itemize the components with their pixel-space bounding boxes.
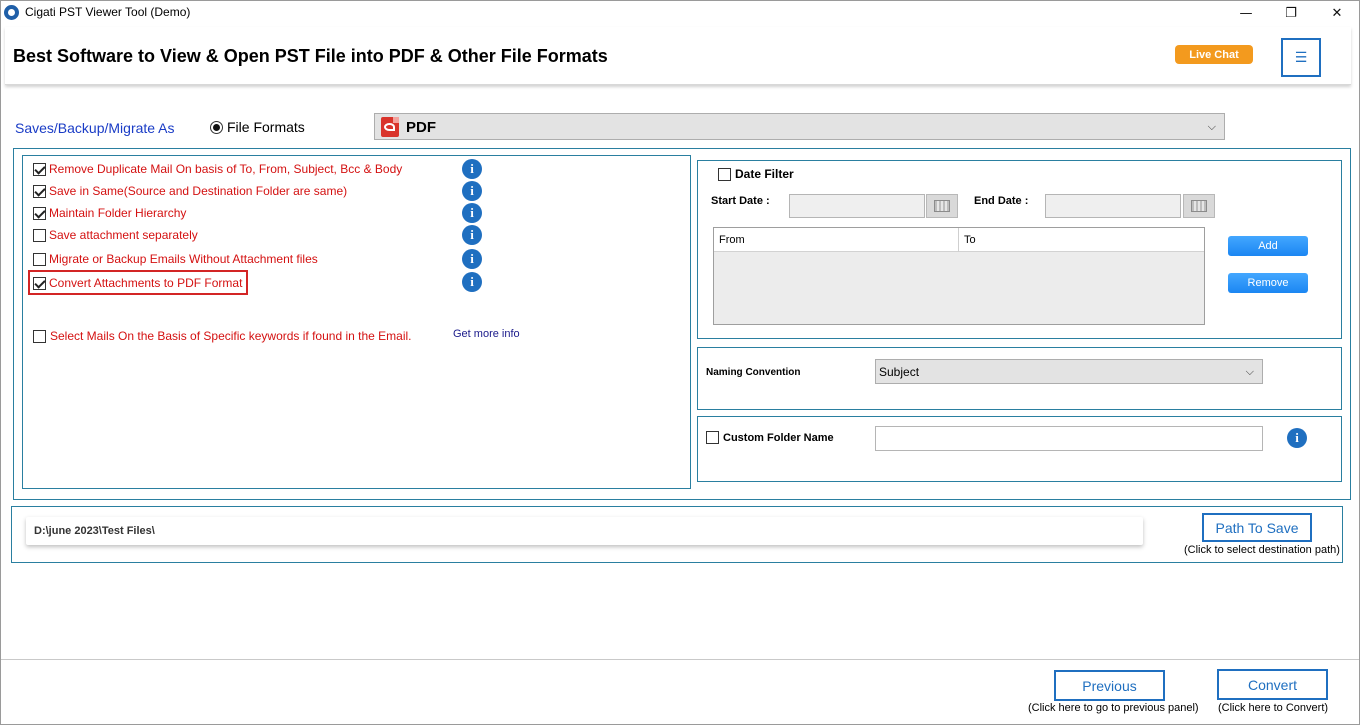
start-date-calendar-button[interactable] (926, 194, 958, 218)
option-checkbox[interactable] (33, 184, 46, 198)
add-date-button[interactable]: Add (1228, 236, 1308, 256)
option-save-in-same[interactable]: Save in Same(Source and Destination Fold… (33, 183, 347, 199)
option-checkbox[interactable] (33, 276, 46, 290)
path-to-save-hint: (Click to select destination path) (1184, 544, 1340, 556)
file-formats-radio[interactable] (210, 121, 223, 134)
hamburger-menu-icon: ☰ (1294, 49, 1308, 65)
naming-convention-label: Naming Convention (706, 367, 801, 378)
option-without-attachment[interactable]: Migrate or Backup Emails Without Attachm… (33, 251, 318, 267)
file-format-dropdown[interactable]: PDF ⌵ (374, 113, 1225, 140)
option-label: Save in Same(Source and Destination Fold… (49, 184, 348, 198)
title-bar: Cigati PST Viewer Tool (Demo) — ❐ ✕ (1, 1, 1359, 25)
chevron-down-icon: ⌵ (1207, 120, 1216, 133)
info-icon[interactable]: i (462, 249, 482, 269)
custom-folder-label: Custom Folder Name (723, 431, 834, 444)
maximize-button[interactable]: ❐ (1268, 1, 1314, 25)
saves-backup-label: Saves/Backup/Migrate As (15, 120, 175, 136)
option-maintain-hierarchy[interactable]: Maintain Folder Hierarchy (33, 205, 186, 221)
header-banner: Best Software to View & Open PST File in… (5, 27, 1351, 85)
option-label: Migrate or Backup Emails Without Attachm… (49, 252, 318, 266)
option-convert-attachments[interactable]: Convert Attachments to PDF Format (33, 275, 242, 291)
option-checkbox[interactable] (33, 228, 46, 242)
date-filter-checkbox[interactable] (718, 167, 731, 181)
option-checkbox[interactable] (33, 252, 46, 266)
option-checkbox[interactable] (33, 206, 46, 220)
selected-format: PDF (406, 119, 436, 136)
option-remove-duplicate[interactable]: Remove Duplicate Mail On basis of To, Fr… (33, 161, 402, 177)
info-icon[interactable]: i (462, 272, 482, 292)
previous-button[interactable]: Previous (1054, 670, 1165, 701)
option-label: Convert Attachments to PDF Format (49, 276, 243, 290)
path-to-save-button[interactable]: Path To Save (1202, 513, 1312, 542)
custom-folder-checkbox[interactable] (706, 431, 719, 444)
table-header: From To (714, 228, 1204, 252)
option-checkbox[interactable] (33, 162, 46, 176)
column-header-from: From (719, 234, 745, 246)
pdf-file-icon (381, 117, 399, 137)
info-icon[interactable]: i (1287, 428, 1307, 448)
app-logo-icon (4, 5, 19, 20)
remove-date-button[interactable]: Remove (1228, 273, 1308, 293)
end-date-label: End Date : (974, 195, 1029, 207)
end-date-calendar-button[interactable] (1183, 194, 1215, 218)
chevron-down-icon: ⌵ (1245, 365, 1254, 378)
live-chat-button[interactable]: Live Chat (1175, 45, 1253, 64)
custom-folder-input[interactable] (875, 426, 1263, 451)
naming-convention-dropdown[interactable]: Subject ⌵ (875, 359, 1263, 384)
footer-divider (1, 659, 1359, 660)
end-date-input[interactable] (1045, 194, 1181, 218)
file-formats-radio-label[interactable]: File Formats (227, 119, 305, 135)
naming-convention-value: Subject (879, 365, 920, 379)
option-keywords[interactable]: Select Mails On the Basis of Specific ke… (33, 328, 412, 344)
date-filter-toggle[interactable]: Date Filter (718, 167, 794, 181)
menu-button[interactable]: ☰ (1281, 38, 1321, 77)
close-button[interactable]: ✕ (1314, 1, 1360, 25)
date-filter-label: Date Filter (735, 167, 794, 181)
info-icon[interactable]: i (462, 203, 482, 223)
option-checkbox[interactable] (33, 329, 46, 343)
info-icon[interactable]: i (462, 225, 482, 245)
option-save-attachment[interactable]: Save attachment separately (33, 227, 198, 243)
destination-path-value: D:\june 2023\Test Files\ (34, 525, 155, 537)
start-date-input[interactable] (789, 194, 925, 218)
option-label: Save attachment separately (49, 228, 198, 242)
column-separator (958, 228, 959, 252)
info-icon[interactable]: i (462, 181, 482, 201)
start-date-label: Start Date : (711, 195, 770, 207)
page-title: Best Software to View & Open PST File in… (13, 46, 608, 66)
option-label: Remove Duplicate Mail On basis of To, Fr… (49, 162, 403, 176)
convert-button[interactable]: Convert (1217, 669, 1328, 700)
minimize-button[interactable]: — (1223, 1, 1269, 25)
destination-path-field[interactable]: D:\june 2023\Test Files\ (26, 517, 1143, 545)
option-label: Select Mails On the Basis of Specific ke… (50, 329, 412, 343)
calendar-icon (1191, 200, 1207, 212)
option-label: Maintain Folder Hierarchy (49, 206, 187, 220)
convert-hint: (Click here to Convert) (1218, 702, 1329, 714)
info-icon[interactable]: i (462, 159, 482, 179)
custom-folder-toggle[interactable]: Custom Folder Name (706, 431, 834, 444)
window-title: Cigati PST Viewer Tool (Demo) (25, 5, 191, 19)
calendar-icon (934, 200, 950, 212)
date-range-table[interactable]: From To (713, 227, 1205, 325)
previous-hint: (Click here to go to previous panel) (1028, 702, 1199, 714)
get-more-info-link[interactable]: Get more info (453, 328, 520, 340)
column-header-to: To (964, 234, 976, 246)
